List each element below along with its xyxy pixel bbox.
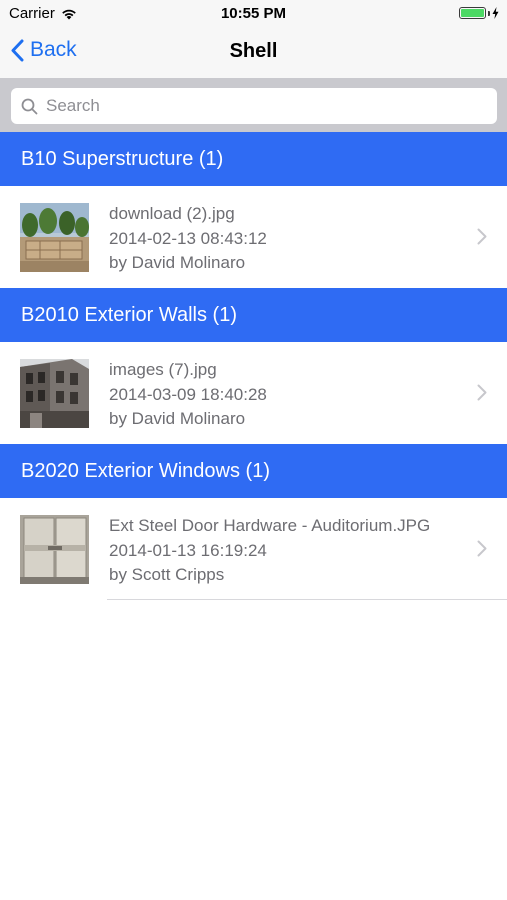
thumbnail-image [20, 359, 89, 428]
chevron-right-icon [477, 384, 487, 401]
chevron-right-icon [477, 540, 487, 557]
page-title: Shell [229, 40, 278, 62]
section-header: B10 Superstructure (1) [0, 132, 507, 186]
battery-indicator [459, 7, 499, 19]
item-details: download (2).jpg 2014-02-13 08:43:12 by … [109, 202, 267, 276]
list-item[interactable]: images (7).jpg 2014-03-09 18:40:28 by Da… [0, 342, 507, 444]
photo-list: B10 Superstructure (1) download (2).jpg … [0, 132, 507, 600]
item-details: images (7).jpg 2014-03-09 18:40:28 by Da… [109, 358, 267, 432]
thumbnail-image [20, 515, 89, 584]
charging-bolt-icon [492, 7, 499, 19]
search-field[interactable] [11, 88, 497, 124]
battery-icon [459, 7, 486, 19]
navigation-bar: Back Shell [0, 28, 507, 78]
item-datetime: 2014-02-13 08:43:12 [109, 228, 267, 248]
search-input[interactable] [46, 96, 466, 116]
row-divider [107, 599, 507, 600]
item-filename: download (2).jpg [109, 204, 235, 223]
section-header: B2010 Exterior Walls (1) [0, 288, 507, 342]
section-header: B2020 Exterior Windows (1) [0, 444, 507, 498]
item-datetime: 2014-01-13 16:19:24 [109, 540, 267, 560]
status-bar: Carrier 10:55 PM [0, 0, 507, 28]
item-filename: Ext Steel Door Hardware - Auditorium.JPG [109, 516, 431, 535]
thumbnail-image [20, 203, 89, 272]
search-icon [21, 98, 38, 114]
section-header-label: B2010 Exterior Walls (1) [21, 303, 237, 326]
chevron-right-icon [477, 228, 487, 245]
item-author: by David Molinaro [109, 409, 246, 428]
section-header-label: B10 Superstructure (1) [21, 147, 224, 170]
item-author: by Scott Cripps [109, 565, 225, 584]
status-time: 10:55 PM [220, 5, 287, 22]
list-item[interactable]: Ext Steel Door Hardware - Auditorium.JPG… [0, 498, 507, 600]
search-bar [0, 78, 507, 132]
item-filename: images (7).jpg [109, 360, 217, 379]
section-header-label: B2020 Exterior Windows (1) [21, 459, 270, 482]
item-datetime: 2014-03-09 18:40:28 [109, 384, 267, 404]
list-item[interactable]: download (2).jpg 2014-02-13 08:43:12 by … [0, 186, 507, 288]
item-author: by David Molinaro [109, 253, 246, 272]
item-details: Ext Steel Door Hardware - Auditorium.JPG… [109, 514, 430, 588]
